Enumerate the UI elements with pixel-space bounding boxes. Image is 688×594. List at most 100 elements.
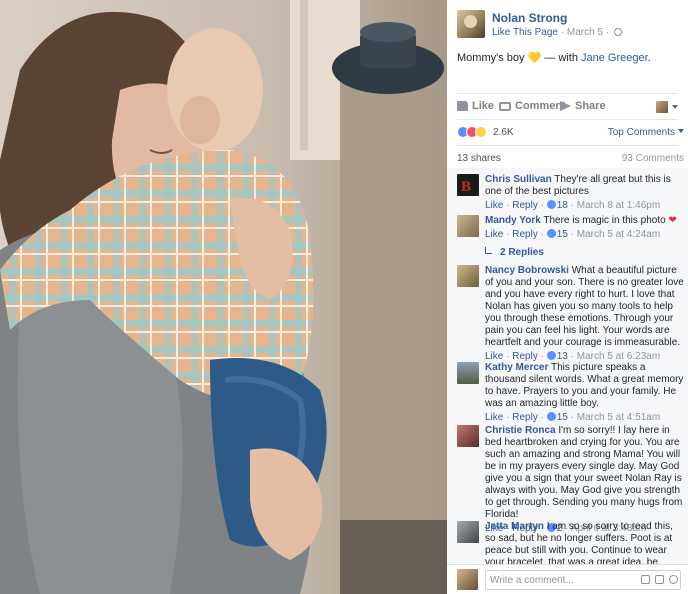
commenter-avatar[interactable] bbox=[457, 215, 479, 237]
commenter-name[interactable]: Christie Ronca bbox=[485, 425, 556, 436]
like-badge-icon bbox=[546, 200, 556, 209]
sticker-icon[interactable] bbox=[641, 575, 650, 584]
tagged-person-link[interactable]: Jane Greeger bbox=[581, 52, 648, 64]
reaction-count[interactable]: 2.6K bbox=[493, 127, 514, 138]
svg-text:B: B bbox=[461, 179, 471, 195]
meta-dot: · bbox=[570, 351, 574, 362]
divider bbox=[457, 145, 678, 146]
like-badge-icon bbox=[546, 351, 556, 360]
replies-label: 2 Replies bbox=[500, 247, 544, 258]
share-comment-counts: 13 shares 93 Comments bbox=[457, 153, 686, 164]
meta-dot: · bbox=[506, 412, 510, 423]
comment-like-link[interactable]: Like bbox=[485, 351, 503, 362]
globe-icon[interactable] bbox=[613, 28, 622, 36]
comment-meta: Like · Reply · 18 · March 8 at 1:46pm bbox=[485, 200, 684, 212]
caption-text: Mommy's boy bbox=[457, 52, 525, 64]
page-avatar[interactable] bbox=[457, 10, 485, 38]
shares-count[interactable]: 13 shares bbox=[457, 153, 501, 164]
comment-body: Kathy Mercer This picture speaks a thous… bbox=[485, 362, 684, 424]
commenter-name[interactable]: Kathy Mercer bbox=[485, 362, 548, 373]
yellow-heart-emoji: 💛 bbox=[527, 52, 542, 64]
meta-dot: · bbox=[570, 412, 574, 423]
comment-time[interactable]: March 5 at 4:24am bbox=[577, 229, 660, 240]
commenter-avatar[interactable] bbox=[457, 521, 479, 543]
commenter-name[interactable]: Nancy Bobrowski bbox=[485, 265, 569, 276]
meta-dot: · bbox=[540, 412, 544, 423]
comment-reply-link[interactable]: Reply bbox=[512, 200, 538, 211]
commenter-avatar[interactable] bbox=[457, 265, 479, 287]
meta-dot: · bbox=[540, 200, 544, 211]
post-header: Nolan Strong Like This Page · March 5 · bbox=[457, 10, 682, 40]
meta-dot: · bbox=[506, 200, 510, 211]
comment-button[interactable]: Comment bbox=[499, 100, 566, 112]
post-photo[interactable] bbox=[0, 0, 447, 594]
divider bbox=[457, 93, 678, 94]
comment-body: Mandy York There is magic in this photo … bbox=[485, 215, 684, 241]
comment-text: There is magic in this photo bbox=[543, 215, 666, 226]
post-actions: Like Comment Share bbox=[457, 100, 682, 116]
meta-separator: · bbox=[605, 27, 612, 38]
with-prefix: — with bbox=[544, 52, 578, 64]
post-date[interactable]: March 5 bbox=[567, 27, 603, 38]
commenter-name[interactable]: Chris Sullivan bbox=[485, 174, 552, 185]
top-comments-dropdown[interactable]: Top Comments bbox=[608, 127, 684, 138]
meta-dot: · bbox=[540, 351, 544, 362]
commenter-name[interactable]: Jetta Martyn bbox=[485, 521, 544, 532]
comment-time[interactable]: March 8 at 1:46pm bbox=[577, 200, 660, 211]
meta-dot: · bbox=[570, 200, 574, 211]
view-replies-link[interactable]: 2 Replies bbox=[485, 247, 544, 258]
meta-dot: · bbox=[570, 229, 574, 240]
comment-composer bbox=[447, 564, 688, 594]
comment-meta: Like · Reply · 15 · March 5 at 4:24am bbox=[485, 229, 684, 241]
like-badge-icon bbox=[546, 412, 556, 421]
comment-reply-link[interactable]: Reply bbox=[512, 351, 538, 362]
commenter-avatar[interactable] bbox=[457, 425, 479, 447]
comments-count[interactable]: 93 Comments bbox=[622, 153, 684, 164]
divider bbox=[457, 119, 678, 120]
camera-icon[interactable] bbox=[655, 575, 664, 584]
comment-like-link[interactable]: Like bbox=[485, 412, 503, 423]
comment-like-count[interactable]: 15 bbox=[557, 229, 568, 240]
commenter-avatar[interactable] bbox=[457, 362, 479, 384]
reply-arrow-icon bbox=[485, 247, 492, 254]
comment-body: Christie Ronca I'm so sorry!! I lay here… bbox=[485, 425, 684, 535]
sad-reaction-icon[interactable] bbox=[475, 126, 487, 138]
comment-body: Nancy Bobrowski What a beautiful picture… bbox=[485, 265, 684, 363]
share-label: Share bbox=[575, 100, 606, 112]
comment-reply-link[interactable]: Reply bbox=[512, 229, 538, 240]
comment-like-link[interactable]: Like bbox=[485, 200, 503, 211]
photo-mother-hugging-son bbox=[0, 0, 447, 594]
caret-down-icon[interactable] bbox=[672, 105, 678, 109]
post-side-panel: Nolan Strong Like This Page · March 5 · … bbox=[447, 0, 688, 594]
commenter-name[interactable]: Mandy York bbox=[485, 215, 541, 226]
comment-like-count[interactable]: 15 bbox=[557, 412, 568, 423]
caption-suffix: . bbox=[647, 52, 651, 64]
comment-like-link[interactable]: Like bbox=[485, 229, 503, 240]
current-user-avatar[interactable] bbox=[457, 569, 478, 590]
reactions-bar: 2.6K Top Comments bbox=[457, 126, 686, 140]
comment-body: Chris Sullivan They're all great but thi… bbox=[485, 174, 684, 212]
viewer-avatar[interactable] bbox=[656, 101, 668, 113]
comment-like-count[interactable]: 18 bbox=[557, 200, 568, 211]
comment-time[interactable]: March 5 at 6:23am bbox=[577, 351, 660, 362]
comment-text: What a beautiful picture of you and your… bbox=[485, 265, 684, 348]
comment-text: I'm so sorry!! I lay here in bed heartbr… bbox=[485, 425, 683, 520]
commenter-avatar[interactable]: B bbox=[457, 174, 479, 196]
like-badge-icon bbox=[546, 229, 556, 238]
like-icon bbox=[457, 101, 468, 111]
page-name-link[interactable]: Nolan Strong bbox=[492, 11, 567, 25]
comment-like-count[interactable]: 13 bbox=[557, 351, 568, 362]
comment-meta: Like · Reply · 15 · March 5 at 4:51am bbox=[485, 412, 684, 424]
like-page-link[interactable]: Like This Page bbox=[492, 27, 558, 38]
share-button[interactable]: Share bbox=[560, 100, 606, 112]
like-button[interactable]: Like bbox=[457, 100, 494, 112]
comment-time[interactable]: March 5 at 4:51am bbox=[577, 412, 660, 423]
emoji-icon[interactable] bbox=[669, 575, 678, 584]
share-icon bbox=[560, 101, 571, 111]
post-caption: Mommy's boy 💛 — with Jane Greeger. bbox=[457, 51, 682, 64]
comment-icon bbox=[499, 101, 511, 111]
composer-tools bbox=[641, 575, 678, 584]
comment-reply-link[interactable]: Reply bbox=[512, 412, 538, 423]
comment-body: Jetta Martyn I am so so sorry to read th… bbox=[485, 521, 684, 564]
red-heart-emoji: ❤ bbox=[668, 215, 677, 226]
